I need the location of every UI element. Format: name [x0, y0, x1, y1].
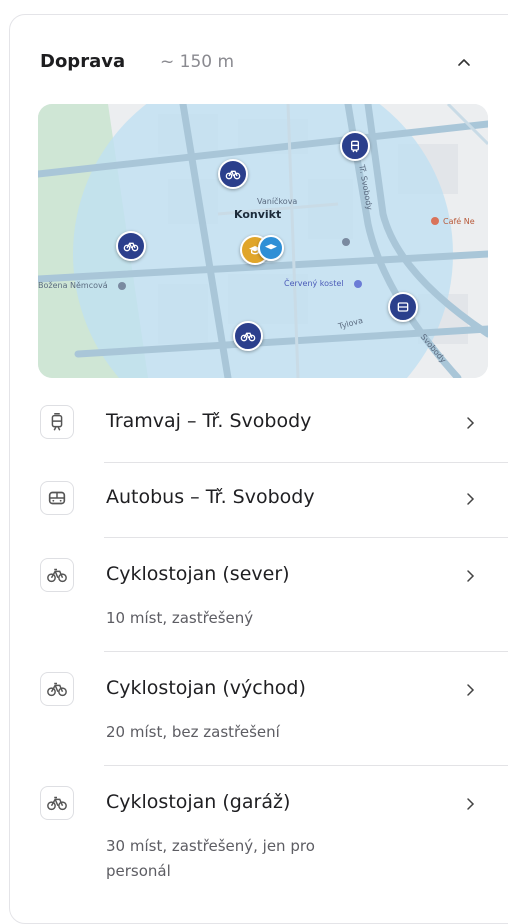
chevron-right-icon — [467, 684, 475, 696]
item-label: Cyklostojan (sever) — [106, 563, 290, 585]
item-label: Tramvaj – Tř. Svobody — [106, 410, 312, 432]
transport-item-bike-garage[interactable]: Cyklostojan (garáž) 30 míst, zastřešený,… — [40, 784, 480, 894]
item-label: Autobus – Tř. Svobody — [106, 486, 315, 508]
transport-item-bus[interactable]: Autobus – Tř. Svobody — [40, 481, 480, 521]
chevron-up-icon[interactable] — [454, 52, 474, 72]
divider — [104, 537, 508, 538]
tram-stop-pin[interactable] — [340, 131, 370, 161]
chevron-right-icon — [467, 493, 475, 505]
map-label-cafe: Café Ne — [443, 217, 475, 226]
divider — [104, 651, 508, 652]
bike-stand-pin[interactable] — [116, 231, 146, 261]
map-label-vanickova: Vaníčkova — [257, 197, 298, 206]
section-title: Doprava — [40, 51, 126, 72]
map-view[interactable]: Konvikt Vaníčkova Café Ne Božena Němcová… — [38, 104, 488, 378]
section-header[interactable]: Doprava ~ 150 m — [40, 46, 480, 78]
divider — [104, 462, 508, 463]
item-detail: 30 míst, zastřešený, jen pro personál — [106, 837, 315, 880]
transport-item-bike-north[interactable]: Cyklostojan (sever) 10 míst, zastřešený — [40, 556, 480, 636]
tram-icon — [40, 405, 74, 439]
map-label-nemcova: Božena Němcová — [38, 281, 108, 290]
transport-item-bike-east[interactable]: Cyklostojan (východ) 20 míst, bez zastře… — [40, 670, 480, 750]
divider — [104, 765, 508, 766]
item-detail: 20 míst, bez zastřešení — [106, 723, 280, 741]
transport-item-tram[interactable]: Tramvaj – Tř. Svobody — [40, 405, 480, 445]
bicycle-icon — [40, 558, 74, 592]
map-label-konvikt: Konvikt — [234, 208, 282, 221]
bus-stop-pin[interactable] — [388, 292, 418, 322]
bike-stand-pin[interactable] — [233, 321, 263, 351]
bus-icon — [40, 481, 74, 515]
item-label: Cyklostojan (východ) — [106, 677, 306, 699]
school-pin-secondary[interactable] — [258, 235, 284, 261]
item-detail: 10 míst, zastřešený — [106, 609, 254, 627]
graduation-cap-icon — [265, 244, 277, 250]
bicycle-icon — [40, 786, 74, 820]
item-label: Cyklostojan (garáž) — [106, 791, 291, 813]
bicycle-icon — [240, 332, 256, 342]
bicycle-icon — [40, 672, 74, 706]
bicycle-icon — [225, 170, 241, 180]
distance-label: ~ 150 m — [160, 52, 235, 72]
bus-icon — [397, 302, 409, 312]
chevron-right-icon — [467, 417, 475, 429]
tram-icon — [351, 140, 359, 153]
chevron-right-icon — [467, 570, 475, 582]
bike-stand-pin[interactable] — [218, 159, 248, 189]
map-label-cerveny-kostel: Červený kostel — [284, 279, 344, 288]
chevron-right-icon — [467, 798, 475, 810]
bicycle-icon — [123, 242, 139, 252]
